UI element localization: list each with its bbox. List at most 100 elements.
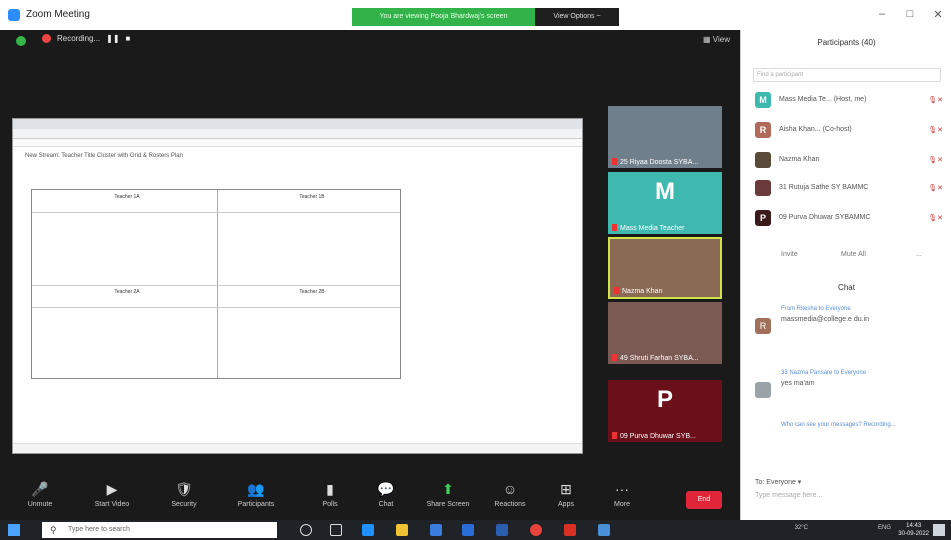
muted-mic-icon <box>612 354 617 361</box>
shared-bookmarks-bar <box>13 139 582 147</box>
participant-name: 09 Purva Dhuwar SYB... <box>612 432 696 440</box>
reactions-button[interactable]: ☺ Reactions <box>480 480 540 508</box>
video-camera-icon: ▶ <box>106 481 118 497</box>
unmute-button[interactable]: 🎤 Unmute <box>10 480 70 508</box>
toolbar-label: Start Video <box>94 501 130 508</box>
table-heading: Teacher 1A <box>114 194 140 200</box>
toolbar-label: Polls <box>322 501 338 508</box>
microphone-icon: 🎤 <box>31 481 49 497</box>
chrome-icon[interactable] <box>530 524 542 536</box>
participant-search-input[interactable]: Find a participant <box>753 68 941 82</box>
windows-start-icon[interactable] <box>8 524 20 536</box>
participant-row[interactable]: M Mass Media Te... (Host, me) 🎙✕ <box>755 92 945 110</box>
table-heading: Teacher 2B <box>299 289 325 295</box>
more-icon: ··· <box>615 481 629 497</box>
stop-recording-button[interactable]: ■ <box>126 34 131 43</box>
chat-recipient-select[interactable]: To: Everyone ▾ <box>755 478 801 486</box>
participant-row[interactable]: Nazma Khan 🎙✕ <box>755 152 945 170</box>
participant-video-tile[interactable]: 49 Shruti Farhan SYBA... <box>608 302 722 364</box>
participant-row[interactable]: P 09 Purva Dhuwar SYBAMMC 🎙✕ <box>755 210 945 228</box>
notifications-icon[interactable] <box>933 524 945 536</box>
file-explorer-icon[interactable] <box>396 524 408 536</box>
toolbar-label: Reactions <box>494 501 526 508</box>
apps-button[interactable]: ⊞ Apps <box>536 480 596 508</box>
participant-video-tile[interactable]: Nazma Khan <box>608 237 722 299</box>
apps-icon: ⊞ <box>560 481 572 497</box>
mute-all-button[interactable]: Mute All <box>841 251 866 258</box>
toolbar-label: Apps <box>558 501 574 508</box>
security-button[interactable]: 🛡 Security <box>154 480 214 508</box>
view-button[interactable]: ▦ View <box>703 35 730 44</box>
task-view-icon[interactable] <box>330 524 342 536</box>
muted-mic-icon <box>612 158 617 165</box>
participant-avatar: P <box>755 210 771 226</box>
chat-message-meta: From Ritesha to Everyone <box>781 306 851 312</box>
zoom-taskbar-icon[interactable] <box>462 524 474 536</box>
clock-date: 30-09-2022 <box>898 531 929 537</box>
taskbar-search-placeholder: Type here to search <box>68 526 130 533</box>
muted-mic-icon[interactable]: 🎙✕ <box>928 156 943 164</box>
participant-name-label: 49 Shruti Farhan SYBA... <box>620 355 699 362</box>
share-screen-icon: ⬆ <box>442 481 454 497</box>
shared-sheet-table: Teacher 1A Teacher 1B Teacher 2A Teacher… <box>31 189 401 379</box>
screen-share-banner: You are viewing Pooja Bhardwaj's screen <box>352 8 535 26</box>
mail-icon[interactable] <box>496 524 508 536</box>
shared-status-bar <box>13 443 582 453</box>
muted-mic-icon[interactable]: 🎙✕ <box>928 126 943 134</box>
security-status-icon[interactable] <box>16 36 26 46</box>
muted-mic-icon <box>614 287 619 294</box>
taskbar-clock[interactable]: 14:43 30-09-2022 <box>898 522 929 538</box>
close-button[interactable]: ✕ <box>928 8 948 21</box>
table-divider <box>32 285 400 286</box>
participant-video-tile[interactable]: M Mass Media Teacher <box>608 172 722 234</box>
weather-temp[interactable]: 32°C <box>795 525 808 531</box>
chat-notice: Who can see your messages? Recording... <box>755 422 945 428</box>
more-button[interactable]: ··· More <box>592 480 652 508</box>
more-options-button[interactable]: ... <box>916 251 922 258</box>
muted-mic-icon[interactable]: 🎙✕ <box>928 214 943 222</box>
participants-button[interactable]: 👥 Participants <box>226 480 286 508</box>
share-screen-button[interactable]: ⬆ Share Screen <box>418 480 478 508</box>
participant-video-tile[interactable]: P 09 Purva Dhuwar SYB... <box>608 380 722 442</box>
zoom-app-icon <box>8 9 20 21</box>
polls-button[interactable]: ▮ Polls <box>300 480 360 508</box>
toolbar-label: Chat <box>378 501 394 508</box>
input-language[interactable]: ENG <box>878 525 891 531</box>
end-meeting-button[interactable]: End <box>686 491 722 509</box>
participant-row[interactable]: R Aisha Khan... (Co-host) 🎙✕ <box>755 122 945 140</box>
side-panel: Participants (40) Find a participant M Ma… <box>740 30 951 520</box>
clock-time: 14:43 <box>906 523 922 529</box>
participant-row-name: 09 Purva Dhuwar SYBAMMC <box>779 214 871 221</box>
invite-button[interactable]: Invite <box>781 251 798 258</box>
reactions-icon: ☺ <box>502 481 518 497</box>
muted-mic-icon[interactable]: 🎙✕ <box>928 96 943 104</box>
search-icon: ⚲ <box>50 525 57 535</box>
table-heading: Teacher 2A <box>114 289 140 295</box>
pause-recording-button[interactable]: ❚❚ <box>106 34 119 43</box>
edge-icon[interactable] <box>362 524 374 536</box>
cortana-icon[interactable] <box>300 524 312 536</box>
shared-sheet-title: New Stream: Teacher Title Cluster with G… <box>25 153 183 159</box>
chat-button[interactable]: 💬 Chat <box>356 480 416 508</box>
app-icon[interactable] <box>564 524 576 536</box>
chat-notice-text[interactable]: Who can see your messages? Recording... <box>781 422 945 428</box>
taskbar-search-input[interactable]: ⚲ Type here to search <box>42 522 277 538</box>
view-options-button[interactable]: View Options ~ <box>535 8 619 26</box>
start-video-button[interactable]: ▶ Start Video <box>82 480 142 508</box>
shared-address-bar <box>13 129 582 139</box>
participants-panel-title: Participants (40) <box>817 38 876 47</box>
photos-icon[interactable] <box>598 524 610 536</box>
participants-icon: 👥 <box>247 481 265 497</box>
store-icon[interactable] <box>430 524 442 536</box>
minimize-button[interactable]: – <box>872 8 892 20</box>
maximize-button[interactable]: □ <box>900 8 920 20</box>
shared-screen: New Stream: Teacher Title Cluster with G… <box>12 118 583 454</box>
chat-message-input[interactable]: Type message here... <box>755 492 822 499</box>
chat-message-text: yes ma'am <box>781 380 815 387</box>
muted-mic-icon[interactable]: 🎙✕ <box>928 184 943 192</box>
participant-name: Nazma Khan <box>614 287 662 295</box>
participant-video-tile[interactable]: 25 Riyaa Doosta SYBA... <box>608 106 722 168</box>
participant-row[interactable]: 31 Rutuja Sathe SY BAMMC 🎙✕ <box>755 180 945 198</box>
chat-message-text: massmedia@college.e du.in <box>781 316 870 323</box>
participants-actions: Invite Mute All ... <box>741 251 951 267</box>
